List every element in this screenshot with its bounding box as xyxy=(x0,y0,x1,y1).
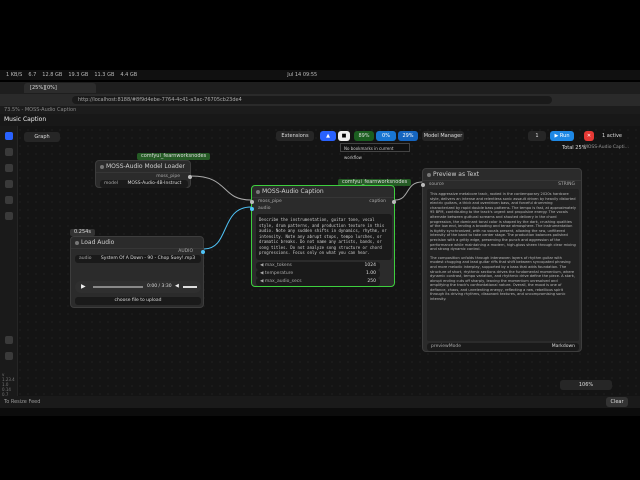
zoom-controls[interactable]: 106% xyxy=(560,380,612,390)
status-text: To Resize Feed xyxy=(4,399,41,405)
link-audio xyxy=(203,206,252,250)
link-pipe xyxy=(190,175,252,201)
zoom-level: 106% xyxy=(578,382,594,388)
screenshot: 1 KB/S 6.7 12.8 GB 19.3 GB 11.3 GB 4.4 G… xyxy=(0,0,640,480)
bottom-edge xyxy=(0,408,640,416)
clear-button[interactable]: Clear xyxy=(606,397,628,407)
bottom-panel: To Resize Feed Clear xyxy=(0,396,640,408)
link-caption xyxy=(394,181,423,201)
